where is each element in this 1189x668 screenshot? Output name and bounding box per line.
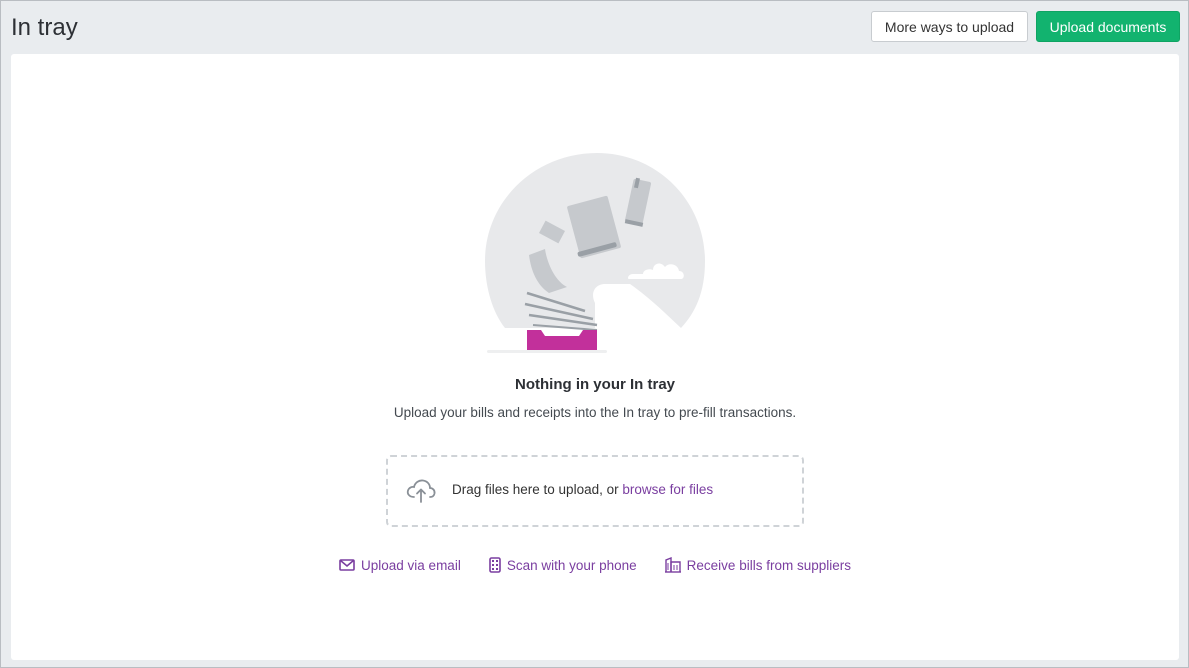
upload-options: Upload via email Scan with your phone Re… xyxy=(11,557,1179,573)
envelope-icon xyxy=(339,559,355,571)
empty-state-subtitle: Upload your bills and receipts into the … xyxy=(393,405,797,420)
file-dropzone[interactable]: Drag files here to upload, or browse for… xyxy=(386,455,804,527)
empty-tray-illustration xyxy=(485,153,705,353)
upload-via-email-link[interactable]: Upload via email xyxy=(339,557,461,573)
page-title: In tray xyxy=(11,14,78,41)
scan-with-phone-label: Scan with your phone xyxy=(506,557,637,573)
building-icon xyxy=(664,557,681,573)
app-window: In tray More ways to upload Upload docum… xyxy=(0,0,1189,668)
dropzone-text: Drag files here to upload, or browse for… xyxy=(452,482,713,497)
empty-state-title: Nothing in your In tray xyxy=(515,376,675,393)
more-ways-to-upload-button[interactable]: More ways to upload xyxy=(871,11,1028,42)
upload-documents-button[interactable]: Upload documents xyxy=(1036,11,1180,42)
browse-for-files-link[interactable]: browse for files xyxy=(622,482,713,497)
phone-icon xyxy=(489,557,501,573)
in-tray-panel: Nothing in your In tray Upload your bill… xyxy=(11,54,1179,660)
upload-via-email-label: Upload via email xyxy=(361,557,461,573)
dropzone-instruction: Drag files here to upload, or xyxy=(452,482,619,497)
scan-with-phone-link[interactable]: Scan with your phone xyxy=(489,557,637,573)
header-bar: In tray More ways to upload Upload docum… xyxy=(1,1,1188,54)
receive-bills-link[interactable]: Receive bills from suppliers xyxy=(664,557,851,573)
cloud-upload-icon xyxy=(406,479,436,503)
receive-bills-label: Receive bills from suppliers xyxy=(686,557,851,573)
